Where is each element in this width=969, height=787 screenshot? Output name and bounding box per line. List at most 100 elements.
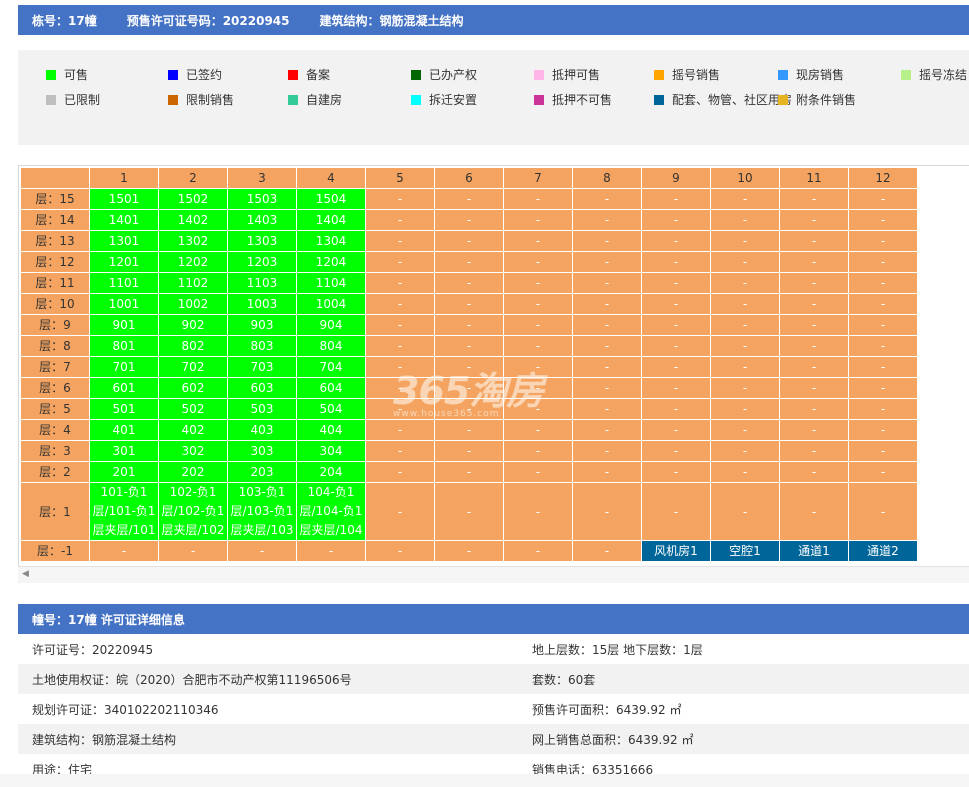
unit-cell-line: 层/102-负1 [161, 504, 225, 518]
unit-cell[interactable]: 801 [89, 335, 159, 357]
legend-item: 摇号销售 [654, 66, 720, 83]
unit-cell[interactable]: 903 [227, 314, 297, 336]
horizontal-scrollbar[interactable]: ◀ [18, 566, 969, 583]
unit-cell[interactable]: 901 [89, 314, 159, 336]
floor-row: 层：8 801 802 803 804- - - - - - - - [20, 335, 918, 357]
unit-cell[interactable]: 301 [89, 440, 159, 462]
unit-cell[interactable]: 1004 [296, 293, 366, 315]
empty-cell: - [710, 251, 780, 273]
empty-cell: - [503, 482, 573, 541]
unit-cell-line: 层/101-负1 [92, 504, 156, 518]
unit-cell[interactable]: 103-负1 层/103-负1 层夹层/103 [227, 482, 297, 541]
unit-cell[interactable]: 203 [227, 461, 297, 483]
empty-cell: - [365, 356, 435, 378]
unit-cell[interactable]: 404 [296, 419, 366, 441]
empty-cell: - [641, 335, 711, 357]
unit-cell[interactable]: 1101 [89, 272, 159, 294]
unit-cell[interactable]: 1503 [227, 188, 297, 210]
empty-cell: - [848, 377, 918, 399]
unit-cell[interactable]: 803 [227, 335, 297, 357]
unit-cell[interactable]: 302 [158, 440, 228, 462]
unit-cell[interactable]: 304 [296, 440, 366, 462]
floor-row: 层：13 1301 1302 1303 1304- - - - - - - - [20, 230, 918, 252]
unit-cell[interactable]: 904 [296, 314, 366, 336]
unit-cell[interactable]: 1001 [89, 293, 159, 315]
unit-cell[interactable]: 1203 [227, 251, 297, 273]
facility-cell[interactable]: 通道2 [848, 540, 918, 562]
unit-cell[interactable]: 1201 [89, 251, 159, 273]
unit-cell[interactable]: 401 [89, 419, 159, 441]
empty-cell: - [434, 188, 504, 210]
empty-cell: - [572, 251, 642, 273]
empty-cell: - [434, 398, 504, 420]
unit-cell[interactable]: 1501 [89, 188, 159, 210]
unit-cell[interactable]: 1104 [296, 272, 366, 294]
unit-cell[interactable]: 702 [158, 356, 228, 378]
unit-cell[interactable]: 704 [296, 356, 366, 378]
unit-cell[interactable]: 1204 [296, 251, 366, 273]
unit-cell[interactable]: 902 [158, 314, 228, 336]
unit-cell[interactable]: 1401 [89, 209, 159, 231]
unit-cell[interactable]: 1404 [296, 209, 366, 231]
unit-cell[interactable]: 503 [227, 398, 297, 420]
unit-cell[interactable]: 1504 [296, 188, 366, 210]
empty-cell: - [641, 209, 711, 231]
empty-cell: - [434, 461, 504, 483]
unit-cell[interactable]: 601 [89, 377, 159, 399]
unit-cell[interactable]: 501 [89, 398, 159, 420]
unit-cell[interactable]: 1202 [158, 251, 228, 273]
unit-cell[interactable]: 1301 [89, 230, 159, 252]
legend-label: 摇号销售 [672, 68, 721, 82]
empty-cell: - [503, 314, 573, 336]
empty-cell: - [365, 398, 435, 420]
empty-cell: - [641, 314, 711, 336]
unit-cell[interactable]: 104-负1 层/104-负1 层夹层/104 [296, 482, 366, 541]
scroll-left-icon[interactable]: ◀ [22, 569, 29, 579]
unit-cell-line: 层夹层/101 [92, 523, 156, 537]
unit-cell[interactable]: 101-负1 层/101-负1 层夹层/101 [89, 482, 159, 541]
empty-cell: - [710, 209, 780, 231]
legend-label: 附条件销售 [796, 93, 857, 107]
unit-cell[interactable]: 201 [89, 461, 159, 483]
unit-cell[interactable]: 603 [227, 377, 297, 399]
unit-cell[interactable]: 1003 [227, 293, 297, 315]
floor-label: 层：14 [20, 209, 90, 231]
unit-cell[interactable]: 1304 [296, 230, 366, 252]
floor-label: 层：5 [20, 398, 90, 420]
unit-cell[interactable]: 1102 [158, 272, 228, 294]
unit-cell[interactable]: 1403 [227, 209, 297, 231]
unit-cell[interactable]: 1302 [158, 230, 228, 252]
facility-cell[interactable]: 风机房1 [641, 540, 711, 562]
unit-cell[interactable]: 604 [296, 377, 366, 399]
legend-label: 配套、物管、社区用房 [672, 93, 793, 107]
empty-cell: - [779, 419, 849, 441]
unit-cell[interactable]: 1502 [158, 188, 228, 210]
unit-cell[interactable]: 102-负1 层/102-负1 层夹层/102 [158, 482, 228, 541]
unit-cell[interactable]: 1303 [227, 230, 297, 252]
legend-item: 附条件销售 [778, 91, 856, 108]
unit-cell[interactable]: 802 [158, 335, 228, 357]
unit-cell[interactable]: 204 [296, 461, 366, 483]
unit-cell[interactable]: 202 [158, 461, 228, 483]
unit-cell[interactable]: 402 [158, 419, 228, 441]
unit-cell[interactable]: 703 [227, 356, 297, 378]
unit-grid: 1 2 3 4 5 6 7 8 9 10 11 12 层：15 1501 1502 1503 1504- - - - -… [20, 167, 918, 562]
empty-cell: - [365, 335, 435, 357]
unit-cell[interactable]: 1402 [158, 209, 228, 231]
facility-cell[interactable]: 通道1 [779, 540, 849, 562]
facility-cell[interactable]: 空腔1 [710, 540, 780, 562]
unit-cell[interactable]: 1002 [158, 293, 228, 315]
empty-cell: - [503, 209, 573, 231]
unit-cell[interactable]: 504 [296, 398, 366, 420]
unit-cell[interactable]: 303 [227, 440, 297, 462]
empty-cell: - [572, 398, 642, 420]
unit-cell[interactable]: 602 [158, 377, 228, 399]
empty-cell: - [572, 272, 642, 294]
empty-cell: - [641, 356, 711, 378]
unit-cell[interactable]: 1103 [227, 272, 297, 294]
unit-cell[interactable]: 804 [296, 335, 366, 357]
unit-cell[interactable]: 502 [158, 398, 228, 420]
unit-cell[interactable]: 403 [227, 419, 297, 441]
empty-cell: - [848, 461, 918, 483]
unit-cell[interactable]: 701 [89, 356, 159, 378]
